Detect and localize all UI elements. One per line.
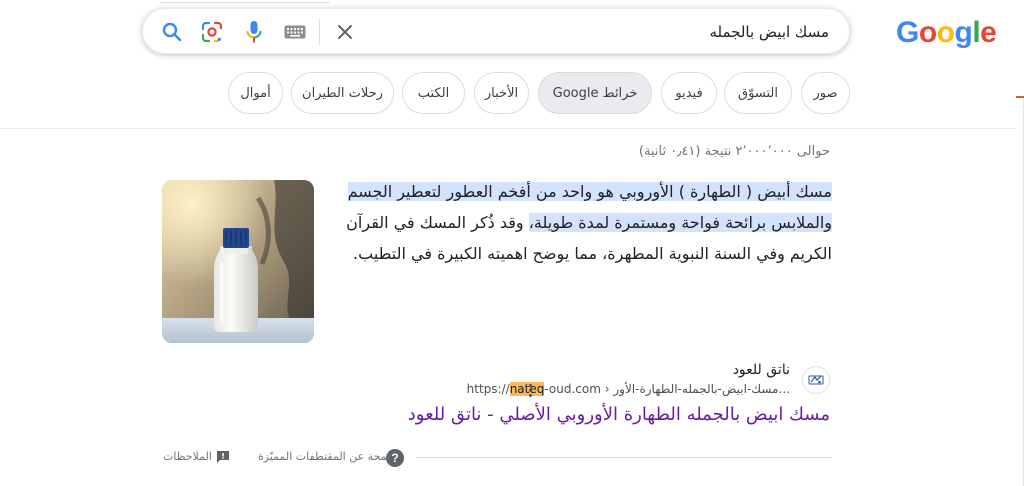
snippet-thumbnail[interactable] xyxy=(162,180,314,343)
url-path: › مسك-ابيض-بالجمله-الطهارة-الأور... xyxy=(600,382,790,396)
milk-bottle-image xyxy=(162,180,314,343)
chip-shopping[interactable]: التسوّق xyxy=(724,72,792,114)
feedback-icon[interactable] xyxy=(216,450,230,464)
about-featured-snippets-link[interactable]: لمحة عن المقتطفات المميّزة xyxy=(258,450,390,463)
dot xyxy=(528,388,532,392)
chip-label: أموال xyxy=(240,85,271,101)
chip-flights[interactable]: رحلات الطيران xyxy=(291,72,394,114)
feedback-link[interactable]: الملاحظات xyxy=(163,450,212,463)
logo-letter: e xyxy=(980,16,997,49)
dot xyxy=(528,383,532,387)
search-icon xyxy=(162,22,182,42)
chip-videos[interactable]: فيديو xyxy=(661,72,717,114)
featured-snippet-text: مسك أبيض ( الطهارة ) الأوروبي هو واحد من… xyxy=(330,176,832,269)
top-edge-line xyxy=(160,0,330,3)
search-box xyxy=(142,8,850,54)
chip-label: الكتب xyxy=(417,85,450,101)
lens-search-button[interactable] xyxy=(198,18,226,46)
search-button[interactable] xyxy=(158,18,186,46)
logo-letter: o xyxy=(936,16,955,49)
site-logo-icon xyxy=(808,375,824,385)
chip-label: فيديو xyxy=(675,85,703,101)
voice-search-button[interactable] xyxy=(240,18,268,46)
site-name: ناتق للعود xyxy=(732,362,790,378)
search-input[interactable] xyxy=(449,20,829,44)
keyboard-icon xyxy=(284,25,306,39)
site-url: https://nateq-oud.com › مسك-ابيض-بالجمله… xyxy=(467,382,790,396)
chip-news[interactable]: الأخبار xyxy=(474,72,529,114)
chip-label: رحلات الطيران xyxy=(302,85,383,101)
search-divider xyxy=(319,19,320,45)
chip-label: التسوّق xyxy=(738,85,778,101)
result-source[interactable]: ناتق للعود https://nateq-oud.com › مسك-ا… xyxy=(410,362,830,402)
clear-search-button[interactable] xyxy=(331,18,359,46)
logo-letter: g xyxy=(954,16,973,49)
chip-maps[interactable]: خرائط Google xyxy=(538,72,652,114)
header-divider xyxy=(0,128,1016,129)
close-icon xyxy=(338,25,352,39)
mic-icon xyxy=(246,21,262,43)
dot xyxy=(528,393,532,397)
chip-label: صور xyxy=(813,85,838,101)
site-favicon xyxy=(802,366,830,394)
result-title-link[interactable]: مسك ابيض بالجمله الطهارة الأوروبي الأصلي… xyxy=(408,404,830,425)
chip-books[interactable]: الكتب xyxy=(402,72,465,114)
logo-letter: G xyxy=(896,16,919,49)
chip-images[interactable]: صور xyxy=(801,72,850,114)
logo-letter: l xyxy=(972,16,981,49)
url-domain: -oud.com xyxy=(544,382,601,396)
footer-divider xyxy=(416,457,832,458)
chip-label: الأخبار xyxy=(484,85,519,101)
google-logo[interactable]: Google xyxy=(896,16,997,50)
logo-letter: o xyxy=(918,16,937,49)
more-options-button[interactable] xyxy=(524,380,536,400)
keyboard-button[interactable] xyxy=(281,18,309,46)
lens-icon xyxy=(201,21,223,43)
chip-finance[interactable]: أموال xyxy=(228,72,283,114)
url-prefix: https:// xyxy=(466,382,510,396)
result-stats: حوالى ٢٬٠٠٠٬٠٠٠ نتيجة (٠٫٤١ ثانية) xyxy=(638,144,830,159)
chip-label: خرائط Google xyxy=(552,85,638,101)
